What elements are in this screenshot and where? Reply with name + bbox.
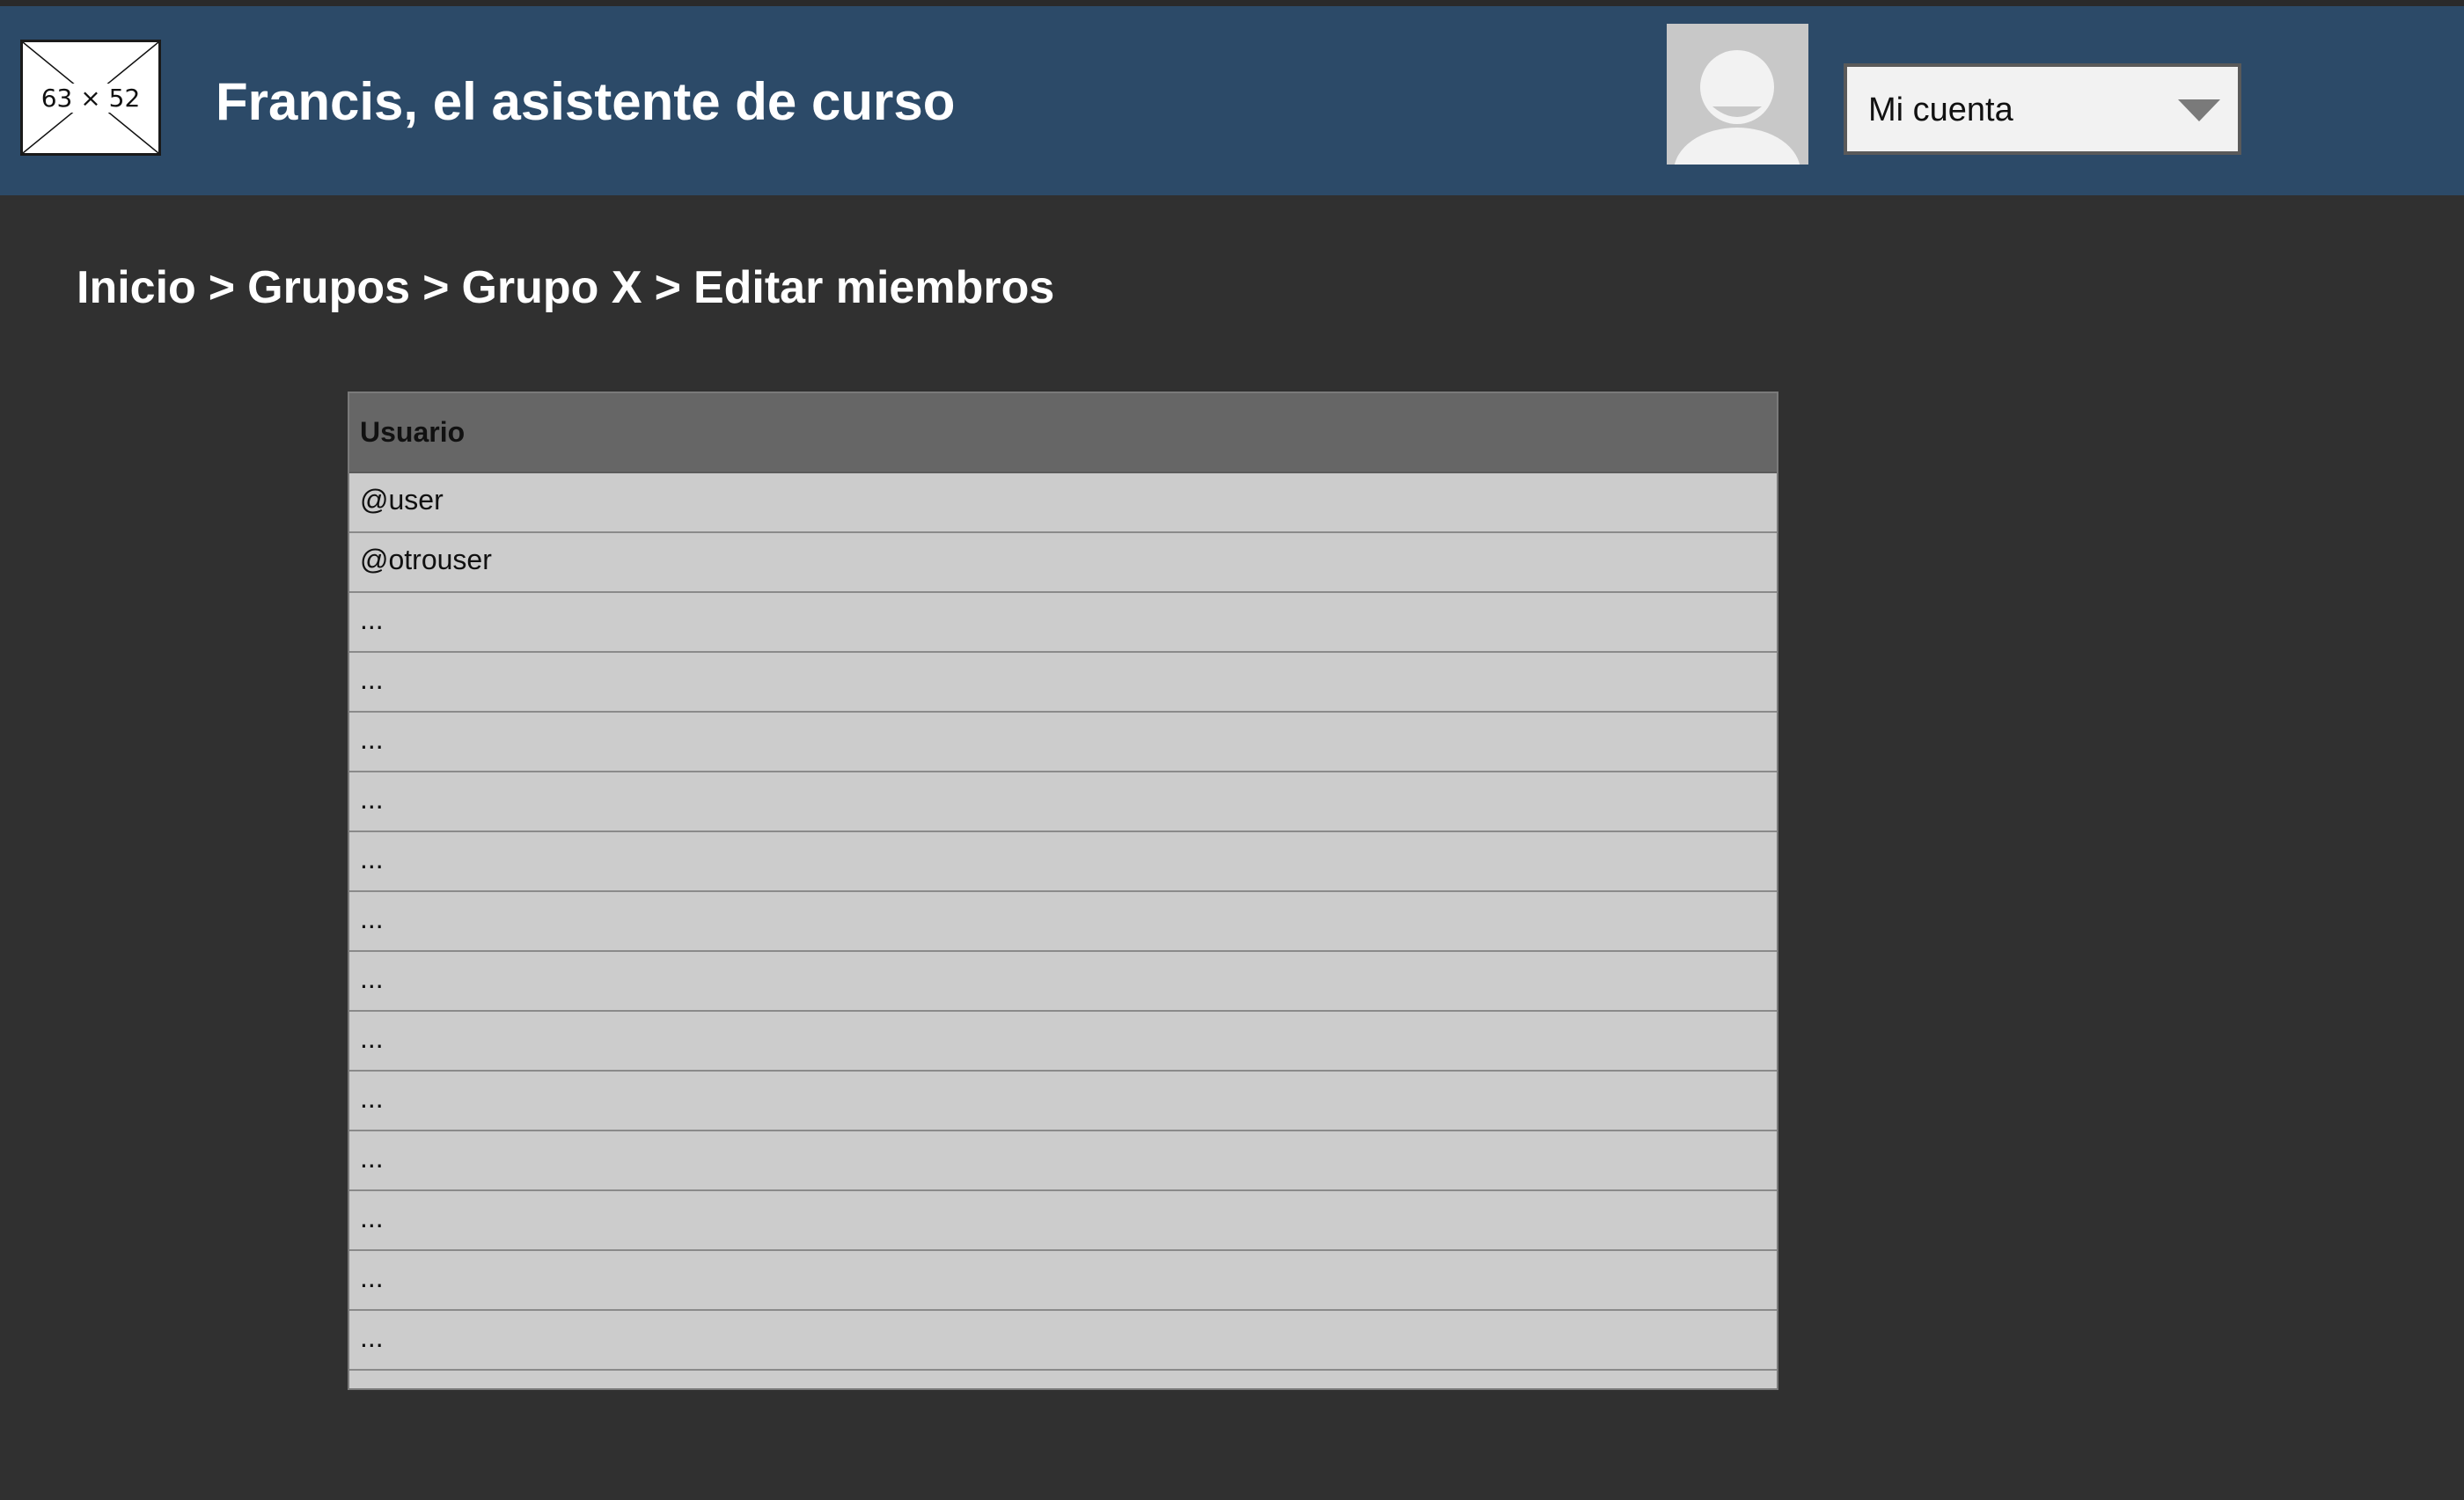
table-row[interactable]: ... [349, 1311, 1777, 1371]
account-dropdown[interactable]: Mi cuenta [1844, 63, 2241, 155]
row-user-cell: ... [360, 1142, 384, 1174]
table-row[interactable]: ... [349, 1131, 1777, 1191]
table-row[interactable]: ... [349, 1191, 1777, 1251]
table-row[interactable]: ... [349, 653, 1777, 713]
table-row[interactable]: ... [349, 1012, 1777, 1072]
row-user-cell: ... [360, 843, 384, 874]
chevron-down-icon [2178, 99, 2220, 121]
breadcrumb-item-current: Editar miembros [693, 262, 1055, 313]
table-row[interactable]: ... [349, 593, 1777, 653]
row-user-cell: ... [360, 962, 384, 994]
account-dropdown-label: Mi cuenta [1868, 91, 2013, 128]
app-title: Francis, el asistente de curso [216, 72, 956, 131]
breadcrumb-separator: > [654, 262, 681, 313]
table-row[interactable]: ... [349, 713, 1777, 772]
breadcrumb-item-grupos[interactable]: Grupos [247, 262, 410, 313]
row-user-cell: ... [360, 1202, 384, 1233]
breadcrumb-separator: > [208, 262, 236, 313]
breadcrumb-item-grupo-x[interactable]: Grupo X [461, 262, 642, 313]
logo-placeholder-label: 63 × 52 [39, 83, 143, 113]
row-user-cell: ... [360, 783, 384, 815]
breadcrumb: Inicio > Grupos > Grupo X > Editar miembros [77, 261, 1054, 314]
row-user-cell: @user [360, 484, 444, 516]
table-row[interactable]: @user [349, 473, 1777, 533]
row-user-cell: @otrouser [360, 544, 492, 575]
top-strip [0, 0, 2464, 6]
row-user-cell: ... [360, 604, 384, 635]
row-user-cell: ... [360, 903, 384, 934]
table-row[interactable] [349, 1371, 1777, 1388]
row-user-cell: ... [360, 1262, 384, 1293]
table-row[interactable]: ... [349, 1251, 1777, 1311]
table-row[interactable]: ... [349, 1072, 1777, 1131]
row-user-cell: ... [360, 1321, 384, 1353]
user-avatar-icon[interactable] [1667, 24, 1808, 165]
table-row[interactable]: ... [349, 832, 1777, 892]
table-header: Usuario [349, 393, 1777, 473]
breadcrumb-separator: > [422, 262, 450, 313]
members-table: Usuario @user @otrouser ... ... ... ... … [348, 391, 1778, 1390]
row-user-cell: ... [360, 663, 384, 695]
table-row[interactable]: @otrouser [349, 533, 1777, 593]
table-row[interactable]: ... [349, 772, 1777, 832]
breadcrumb-item-inicio[interactable]: Inicio [77, 262, 196, 313]
row-user-cell: ... [360, 723, 384, 755]
app-header: 63 × 52 Francis, el asistente de curso M… [0, 6, 2464, 195]
row-user-cell: ... [360, 1082, 384, 1114]
row-user-cell: ... [360, 1022, 384, 1054]
column-header-usuario[interactable]: Usuario [360, 416, 465, 449]
table-row[interactable]: ... [349, 892, 1777, 952]
logo-placeholder-icon: 63 × 52 [20, 40, 161, 156]
table-row[interactable]: ... [349, 952, 1777, 1012]
